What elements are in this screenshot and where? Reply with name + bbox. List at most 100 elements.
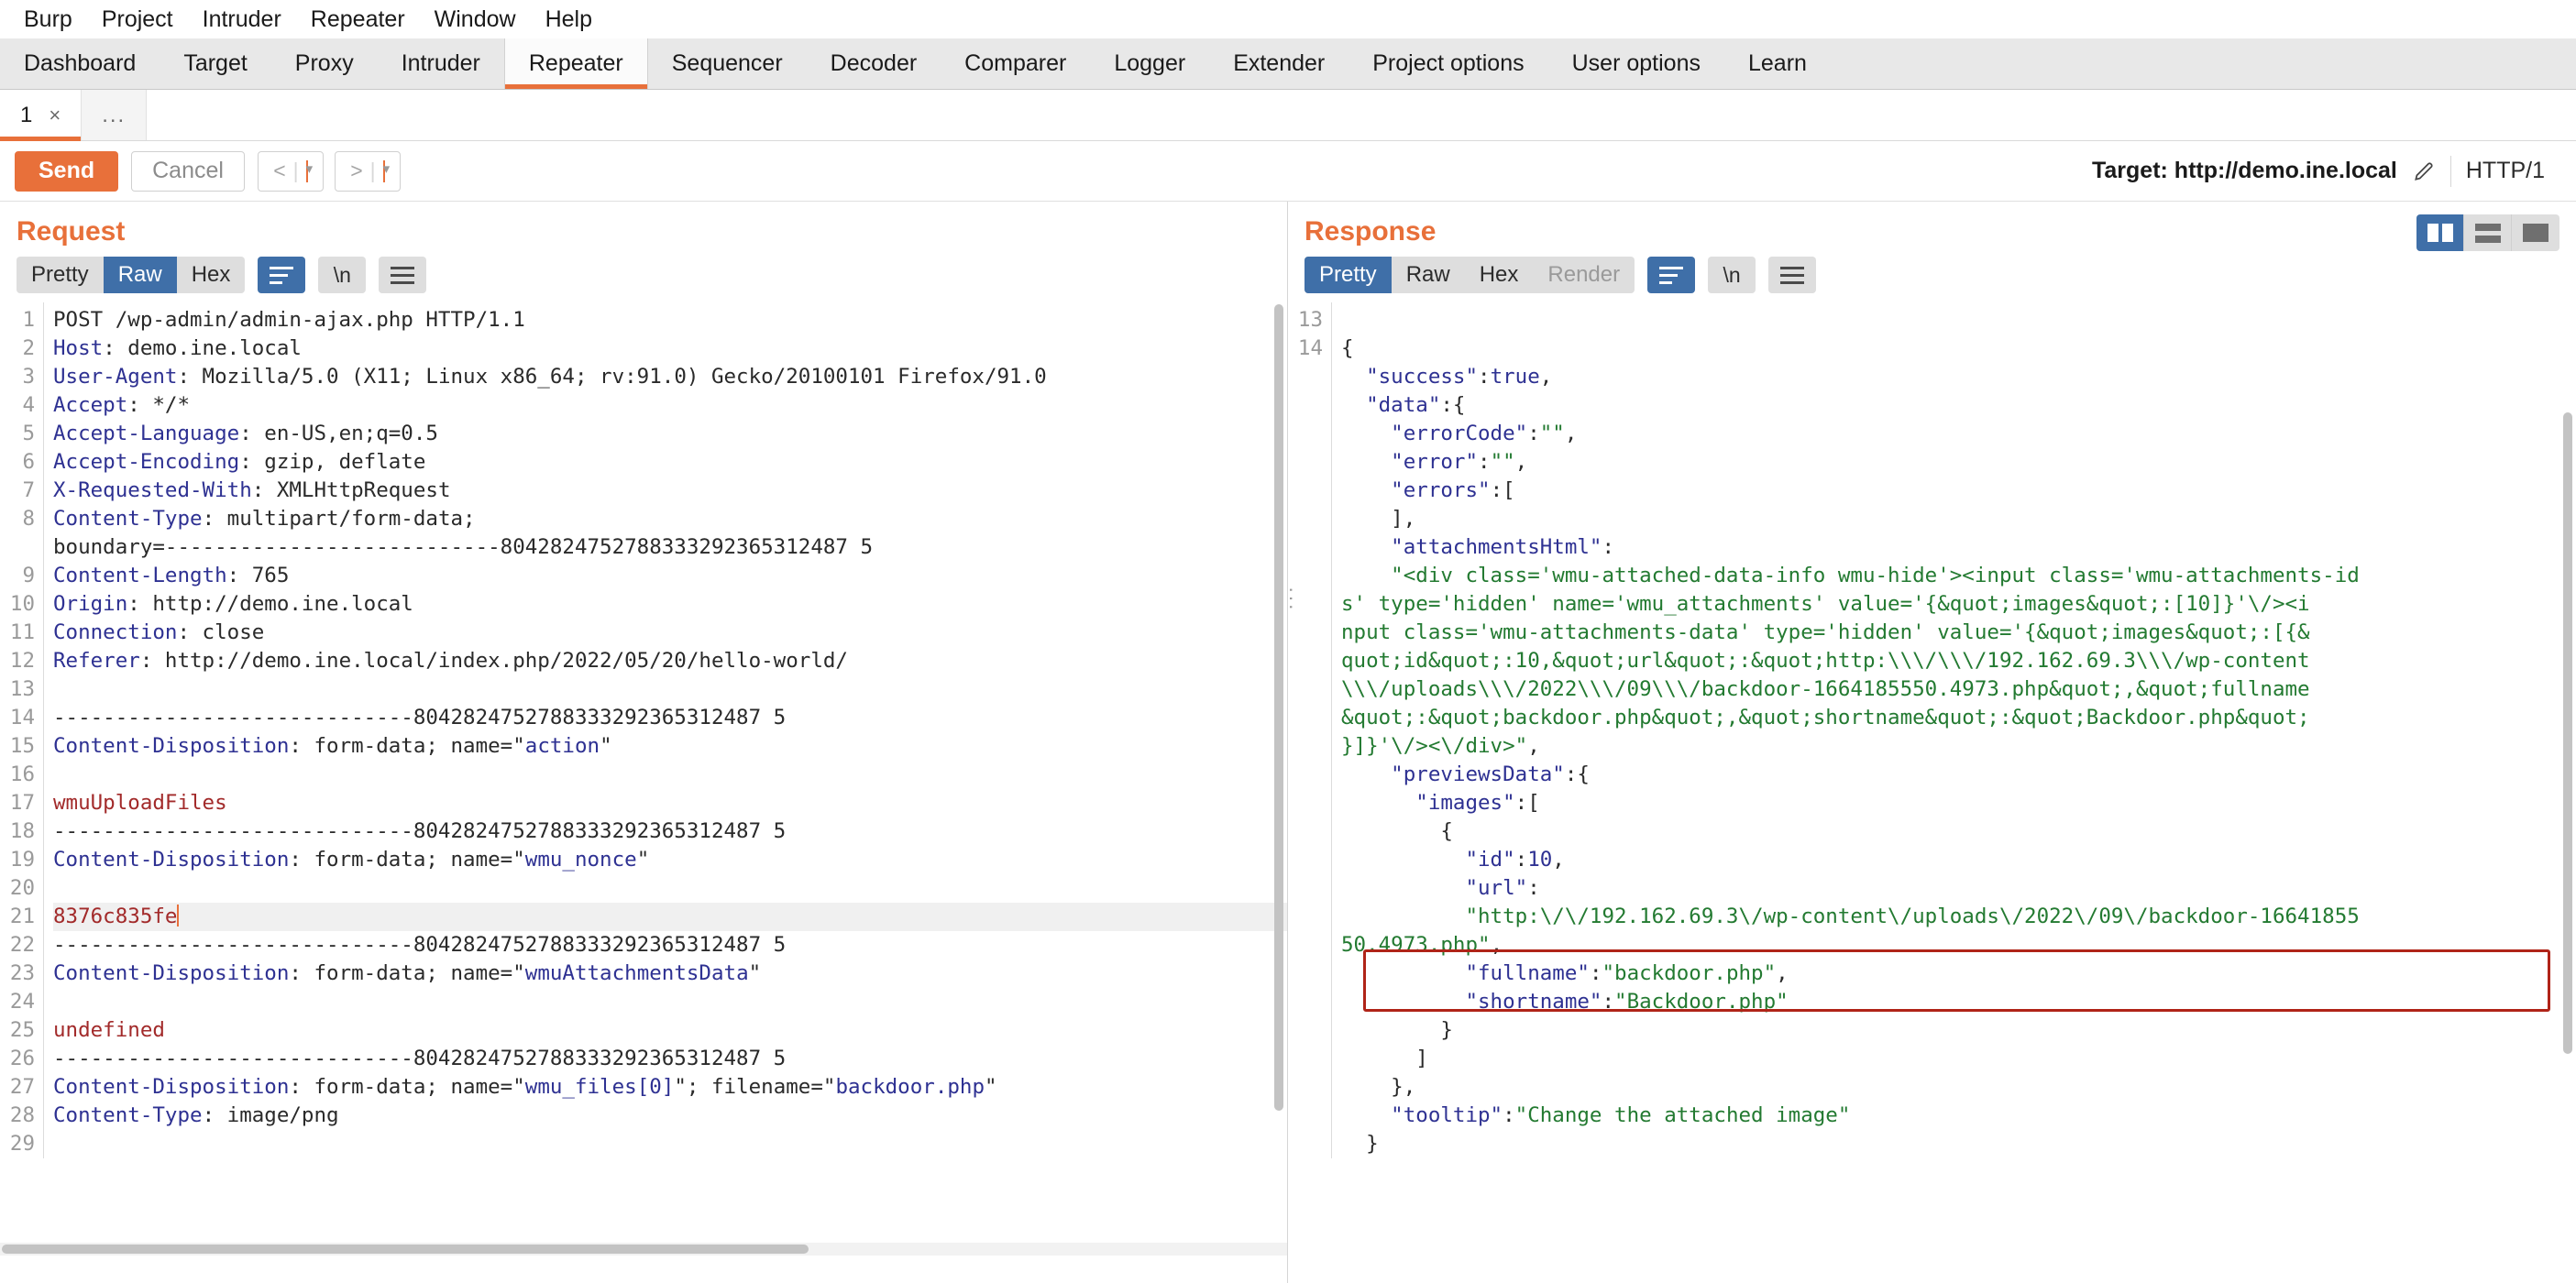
request-editor[interactable]: 1 2 3 4 5 6 7 8 9 10 11 12 13 14 15 16 17 18 19 20 21 22 23 24 2… <box>0 302 1287 1256</box>
tab-user-options[interactable]: User options <box>1548 38 1724 89</box>
code-line[interactable] <box>53 988 1287 1016</box>
code-line[interactable]: POST /wp-admin/admin-ajax.php HTTP/1.1 <box>53 306 1287 334</box>
code-line[interactable] <box>53 1130 1287 1158</box>
code-line[interactable]: { <box>1341 334 2576 363</box>
new-repeater-tab-button[interactable]: ... <box>81 90 148 140</box>
request-wrap-toggle[interactable] <box>258 257 306 293</box>
code-line[interactable]: "data":{ <box>1341 391 2576 420</box>
code-line[interactable]: "previewsData":{ <box>1341 761 2576 789</box>
request-hscrollbar[interactable] <box>0 1243 1287 1256</box>
code-line[interactable]: -----------------------------80428247527… <box>53 931 1287 960</box>
code-line[interactable]: { <box>1341 817 2576 846</box>
tab-logger[interactable]: Logger <box>1090 38 1209 89</box>
code-line[interactable]: wmuUploadFiles <box>53 789 1287 817</box>
tab-repeater[interactable]: Repeater <box>503 38 648 89</box>
code-line[interactable]: "shortname":"Backdoor.php" <box>1341 988 2576 1016</box>
menu-item-project[interactable]: Project <box>87 6 188 33</box>
tab-target[interactable]: Target <box>160 38 270 89</box>
menu-item-intruder[interactable]: Intruder <box>188 6 296 33</box>
response-wrap-toggle[interactable] <box>1647 257 1696 293</box>
tab-comparer[interactable]: Comparer <box>941 38 1090 89</box>
code-line[interactable]: undefined <box>53 1016 1287 1045</box>
code-line[interactable]: Accept: */* <box>53 391 1287 420</box>
tab-proxy[interactable]: Proxy <box>271 38 378 89</box>
close-icon[interactable]: × <box>49 104 61 127</box>
code-line[interactable]: "error":"", <box>1341 448 2576 477</box>
request-view-pretty[interactable]: Pretty <box>17 257 104 293</box>
stacked-view-icon[interactable] <box>2464 214 2512 251</box>
code-line[interactable]: Content-Type: image/png <box>53 1102 1287 1130</box>
code-line[interactable]: "attachmentsHtml": <box>1341 533 2576 562</box>
code-line[interactable]: } <box>1341 1016 2576 1045</box>
code-line[interactable]: Origin: http://demo.ine.local <box>53 590 1287 619</box>
request-code[interactable]: POST /wp-admin/admin-ajax.php HTTP/1.1 Ho… <box>43 302 1287 1158</box>
code-line[interactable]: -----------------------------80428247527… <box>53 704 1287 732</box>
response-scrollbar[interactable] <box>2563 412 2572 1054</box>
tab-project-options[interactable]: Project options <box>1349 38 1547 89</box>
back-button[interactable]: < | ▾ <box>257 150 324 192</box>
tab-extender[interactable]: Extender <box>1209 38 1349 89</box>
chevron-down-icon[interactable]: ▾ <box>305 159 313 182</box>
code-line[interactable]: } <box>1341 1130 2576 1158</box>
response-newline-toggle[interactable]: \n <box>1708 257 1756 293</box>
code-line[interactable] <box>1341 306 2576 334</box>
code-line[interactable]: Connection: close <box>53 619 1287 647</box>
menu-item-window[interactable]: Window <box>420 6 531 33</box>
request-scrollbar[interactable] <box>1274 304 1283 1111</box>
code-line[interactable]: "errorCode":"", <box>1341 420 2576 448</box>
http-version-label[interactable]: HTTP/1 <box>2466 158 2550 184</box>
code-line[interactable]: Content-Disposition: form-data; name="wm… <box>53 846 1287 874</box>
code-line[interactable]: "success":true, <box>1341 363 2576 391</box>
code-line[interactable] <box>53 675 1287 704</box>
response-menu-button[interactable] <box>1768 257 1817 293</box>
code-line[interactable]: }]}'\/><\/div>", <box>1341 732 2576 761</box>
response-editor[interactable]: 13 14 { "success":true, "data":{ "errorCo… <box>1288 302 2576 1283</box>
cancel-button[interactable]: Cancel <box>131 150 245 192</box>
code-line[interactable]: Content-Type: multipart/form-data; <box>53 505 1287 533</box>
code-line[interactable]: Content-Length: 765 <box>53 562 1287 590</box>
code-line[interactable]: Accept-Encoding: gzip, deflate <box>53 448 1287 477</box>
code-line[interactable]: User-Agent: Mozilla/5.0 (X11; Linux x86_… <box>53 363 1287 391</box>
single-view-icon[interactable] <box>2512 214 2559 251</box>
tab-intruder[interactable]: Intruder <box>378 38 504 89</box>
response-code[interactable]: { "success":true, "data":{ "errorCode":"… <box>1331 302 2576 1158</box>
code-line[interactable]: ] <box>1341 1045 2576 1073</box>
tab-learn[interactable]: Learn <box>1724 38 1831 89</box>
code-line[interactable]: "tooltip":"Change the attached image" <box>1341 1102 2576 1130</box>
code-line[interactable]: \\\/uploads\\\/2022\\\/09\\\/backdoor-16… <box>1341 675 2576 704</box>
code-line[interactable]: "fullname":"backdoor.php", <box>1341 960 2576 988</box>
code-line[interactable]: s' type='hidden' name='wmu_attachments' … <box>1341 590 2576 619</box>
pane-splitter-handle[interactable]: ··· <box>1280 587 1304 612</box>
chevron-down-icon[interactable]: ▾ <box>382 159 390 182</box>
code-line[interactable]: nput class='wmu-attachments-data' type='… <box>1341 619 2576 647</box>
code-line[interactable]: Content-Disposition: form-data; name="wm… <box>53 1073 1287 1102</box>
tab-decoder[interactable]: Decoder <box>807 38 941 89</box>
code-line[interactable]: -----------------------------80428247527… <box>53 1045 1287 1073</box>
response-view-render[interactable]: Render <box>1533 257 1635 293</box>
request-newline-toggle[interactable]: \n <box>318 257 367 293</box>
code-line[interactable]: 8376c835fe <box>53 903 1287 931</box>
code-line[interactable]: Referer: http://demo.ine.local/index.php… <box>53 647 1287 675</box>
code-line[interactable]: X-Requested-With: XMLHttpRequest <box>53 477 1287 505</box>
response-view-hex[interactable]: Hex <box>1465 257 1534 293</box>
split-view-icon[interactable] <box>2416 214 2464 251</box>
menu-item-burp[interactable]: Burp <box>9 6 87 33</box>
menu-item-help[interactable]: Help <box>531 6 607 33</box>
code-line[interactable]: Host: demo.ine.local <box>53 334 1287 363</box>
code-line[interactable]: boundary=---------------------------8042… <box>53 533 1287 562</box>
response-view-pretty[interactable]: Pretty <box>1305 257 1392 293</box>
code-line[interactable]: 50.4973.php", <box>1341 931 2576 960</box>
menu-item-repeater[interactable]: Repeater <box>296 6 420 33</box>
code-line[interactable]: "http:\/\/192.162.69.3\/wp-content\/uplo… <box>1341 903 2576 931</box>
code-line[interactable]: "id":10, <box>1341 846 2576 874</box>
code-line[interactable]: "<div class='wmu-attached-data-info wmu-… <box>1341 562 2576 590</box>
code-line[interactable]: "images":[ <box>1341 789 2576 817</box>
code-line[interactable]: Accept-Language: en-US,en;q=0.5 <box>53 420 1287 448</box>
request-view-raw[interactable]: Raw <box>103 257 177 293</box>
request-view-hex[interactable]: Hex <box>177 257 246 293</box>
tab-dashboard[interactable]: Dashboard <box>0 38 160 89</box>
code-line[interactable]: }, <box>1341 1073 2576 1102</box>
code-line[interactable]: Content-Disposition: form-data; name="wm… <box>53 960 1287 988</box>
tab-sequencer[interactable]: Sequencer <box>648 38 807 89</box>
edit-pencil-icon[interactable] <box>2412 159 2436 183</box>
